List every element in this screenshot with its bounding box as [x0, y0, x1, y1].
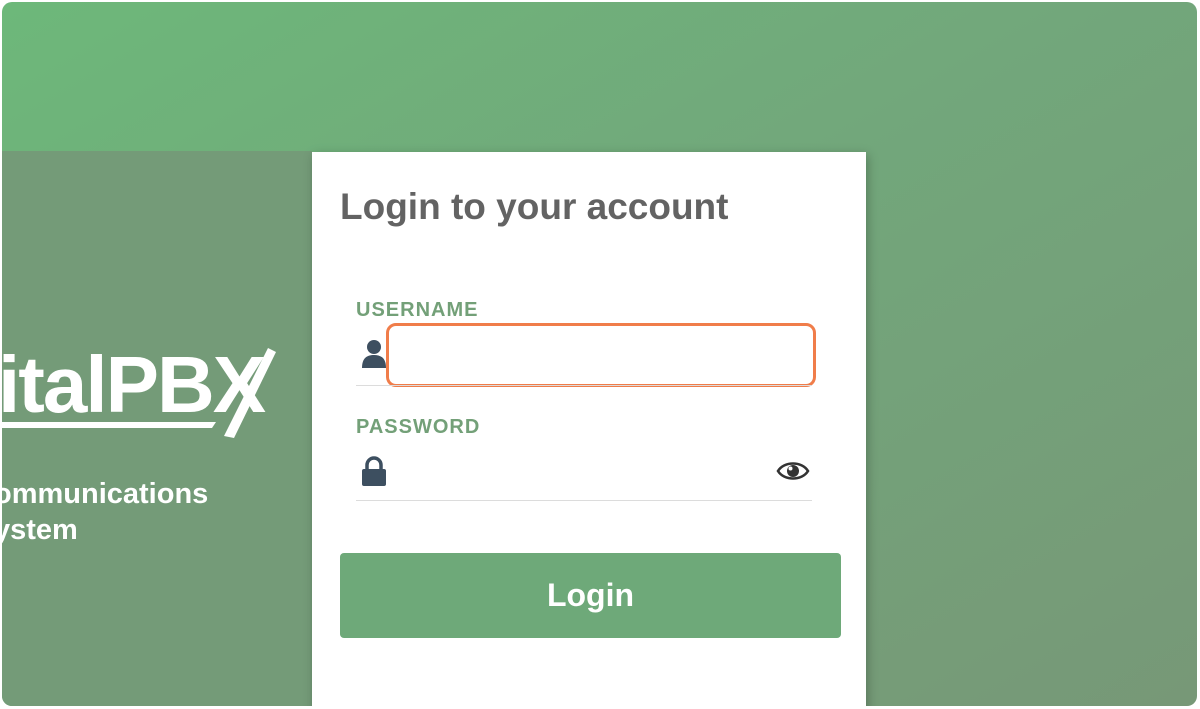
logo-swoosh	[2, 422, 216, 428]
eye-icon[interactable]	[776, 458, 810, 484]
username-underline	[356, 385, 812, 386]
username-input[interactable]	[386, 323, 816, 387]
login-card: Login to your account USERNAME PASSWORD …	[312, 152, 866, 706]
lock-icon	[362, 456, 386, 486]
vitalpbx-logo: italPBX	[2, 340, 276, 438]
password-underline	[356, 500, 812, 501]
tagline-line-2: ystem	[2, 514, 78, 546]
password-input[interactable]	[392, 452, 766, 494]
brand-tagline: ommunications ystem	[2, 476, 208, 548]
login-button[interactable]: Login	[340, 553, 841, 638]
user-icon	[362, 340, 386, 368]
tagline-line-1: ommunications	[2, 478, 209, 510]
username-label: USERNAME	[356, 299, 479, 321]
logo-wordmark: italPBX	[2, 340, 266, 429]
login-page: italPBX ommunications ystem Login to you…	[2, 2, 1197, 706]
login-title: Login to your account	[340, 186, 729, 227]
password-label: PASSWORD	[356, 416, 481, 438]
